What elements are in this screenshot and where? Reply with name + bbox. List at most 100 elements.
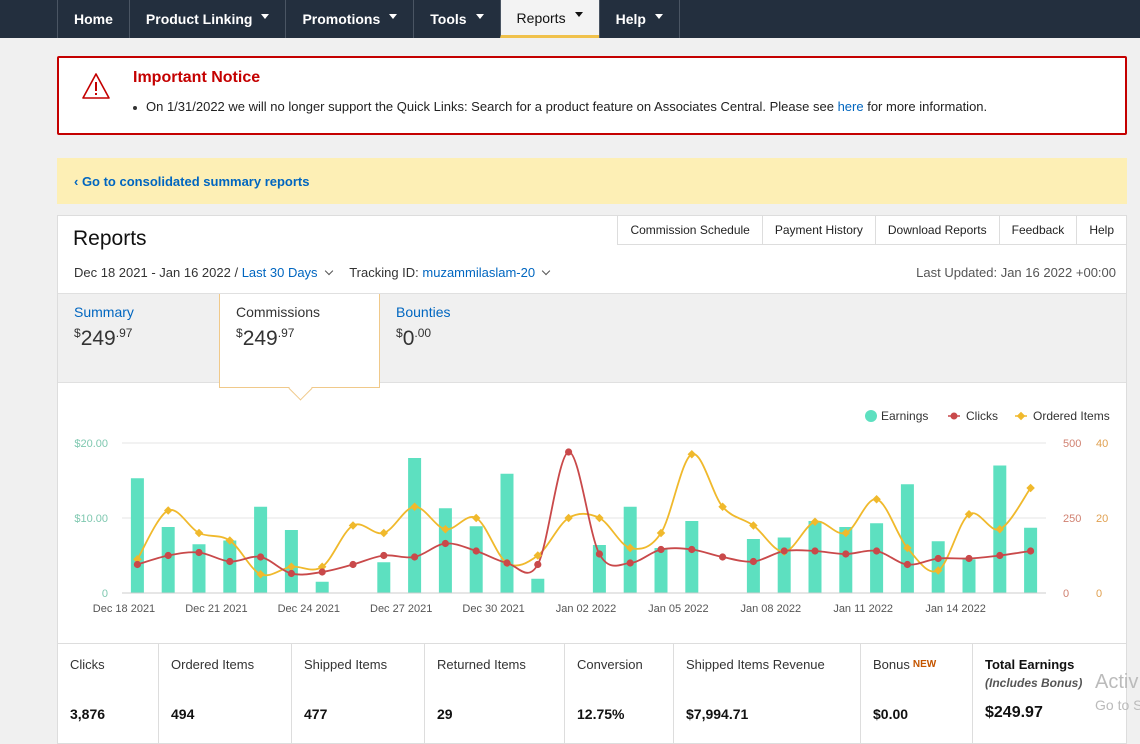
report-tabs: Summary $249.97 Commissions $249.97 Boun… — [58, 293, 1126, 388]
ordered-items-point — [379, 528, 389, 538]
clicks-point — [503, 559, 511, 567]
clicks-point — [195, 548, 203, 557]
nav-item-label: Reports — [516, 9, 566, 26]
tab-label: Commissions — [236, 304, 321, 320]
stat-sub: (Includes Bonus) — [985, 676, 1083, 690]
stat-value: 494 — [171, 706, 195, 722]
tab-bounties[interactable]: Bounties $0.00 — [380, 294, 541, 384]
x-tick-label: Dec 30 2021 — [462, 603, 524, 615]
y-left-tick-label: $20.00 — [74, 438, 108, 450]
stat-label: Shipped Items Revenue — [686, 657, 825, 672]
stat-value: 29 — [437, 706, 453, 722]
commission-schedule-button[interactable]: Commission Schedule — [617, 216, 762, 245]
clicks-point — [626, 559, 634, 567]
clicks-point — [811, 547, 819, 555]
clicks-point — [380, 551, 388, 560]
clicks-point — [749, 557, 758, 566]
clicks-point — [873, 547, 881, 555]
chevron-down-icon[interactable] — [541, 266, 551, 276]
clicks-point — [688, 545, 696, 554]
stat-value: 12.75% — [577, 706, 625, 722]
new-badge: NEW — [912, 659, 937, 670]
clicks-point — [842, 550, 850, 558]
earnings-bar — [377, 562, 391, 593]
nav-item-home[interactable]: Home — [57, 0, 129, 38]
earnings-bar — [408, 458, 422, 593]
clicks-point — [164, 551, 172, 560]
notice-text-before: On 1/31/2022 we will no longer support t… — [146, 99, 838, 114]
notice-here-link[interactable]: here — [838, 99, 864, 114]
y-clicks-tick-label: 250 — [1063, 513, 1081, 525]
feedback-button[interactable]: Feedback — [998, 216, 1077, 245]
clicks-point — [534, 560, 542, 569]
clicks-point — [1027, 547, 1035, 555]
x-tick-label: Dec 18 2021 — [93, 603, 155, 615]
earnings-bar — [870, 523, 884, 593]
clicks-point — [996, 551, 1004, 560]
stat-value: 477 — [304, 706, 328, 722]
tab-summary[interactable]: Summary $249.97 — [58, 294, 219, 384]
notice-text-after: for more information. — [863, 99, 988, 114]
filter-row: Dec 18 2021 - Jan 16 2022 / Last 30 Days… — [74, 265, 551, 280]
help-button[interactable]: Help — [1076, 216, 1126, 245]
earnings-bar — [746, 539, 760, 593]
y-left-tick-label: 0 — [102, 588, 108, 600]
tab-value: $249.97 — [236, 326, 295, 350]
stat-shipped-items-revenue: Shipped Items Revenue $7,994.71 — [674, 644, 861, 744]
x-tick-label: Dec 21 2021 — [185, 603, 247, 615]
legend-label: Earnings — [881, 409, 928, 423]
y-clicks-tick-label: 0 — [1063, 588, 1069, 600]
earnings-bar — [685, 521, 699, 593]
clicks-point — [318, 568, 326, 576]
earnings-bar — [223, 540, 237, 593]
stat-ordered-items: Ordered Items 494 — [159, 644, 292, 744]
clicks-point — [657, 545, 665, 554]
clicks-point — [349, 560, 357, 569]
period-dropdown[interactable]: Last 30 Days — [242, 265, 318, 280]
stat-shipped-items: Shipped Items 477 — [292, 644, 425, 744]
stat-label: Returned Items — [437, 657, 526, 672]
clicks-point — [965, 554, 973, 563]
earnings-bar — [469, 526, 483, 593]
clicks-point — [133, 560, 141, 569]
nav-item-label: Home — [74, 11, 113, 27]
activate-windows-watermark: Activ — [1095, 671, 1139, 693]
stat-clicks: Clicks 3,876 — [58, 644, 159, 744]
y-ordered-tick-label: 0 — [1096, 588, 1102, 600]
date-range: Dec 18 2021 - Jan 16 2022 / — [74, 265, 242, 280]
nav-item-help[interactable]: Help — [598, 0, 680, 38]
ordered-items-point — [872, 495, 881, 504]
nav-item-reports[interactable]: Reports — [499, 0, 599, 38]
tab-commissions[interactable]: Commissions $249.97 — [219, 294, 380, 388]
download-reports-button[interactable]: Download Reports — [874, 216, 999, 245]
earnings-bar — [531, 578, 545, 593]
nav-item-product-linking[interactable]: Product Linking — [128, 0, 286, 38]
tab-label: Bounties — [396, 304, 451, 320]
y-left-tick-label: $10.00 — [74, 513, 108, 525]
top-nav: Home Product Linking Promotions Tools Report… — [0, 0, 1140, 38]
nav-item-promotions[interactable]: Promotions — [285, 0, 413, 38]
x-tick-label: Jan 08 2022 — [741, 603, 802, 615]
caret-down-icon — [574, 12, 583, 17]
x-tick-label: Jan 05 2022 — [648, 603, 709, 615]
clicks-point — [595, 550, 604, 558]
tracking-id-dropdown[interactable]: muzammilaslam-20 — [422, 265, 535, 280]
stat-label: Total Earnings — [985, 657, 1075, 672]
important-notice: Important Notice On 1/31/2022 we will no… — [57, 56, 1127, 135]
stat-label: Conversion — [577, 657, 643, 672]
stat-value: $7,994.71 — [686, 706, 749, 722]
ordered-items-line — [136, 453, 1032, 577]
legend-ordered-marker — [1016, 411, 1026, 421]
earnings-bar — [438, 508, 452, 593]
chevron-down-icon[interactable] — [324, 266, 333, 276]
earnings-bar — [962, 559, 976, 593]
clicks-point — [287, 569, 295, 578]
stat-label: Bonus NEW — [873, 657, 937, 672]
consolidated-summary-link[interactable]: ‹ Go to consolidated summary reports — [74, 174, 310, 189]
caret-down-icon — [475, 13, 484, 19]
earnings-bar — [900, 484, 914, 593]
caret-down-icon — [389, 13, 398, 19]
nav-item-tools[interactable]: Tools — [413, 0, 499, 38]
payment-history-button[interactable]: Payment History — [761, 216, 875, 245]
clicks-point — [565, 448, 573, 456]
